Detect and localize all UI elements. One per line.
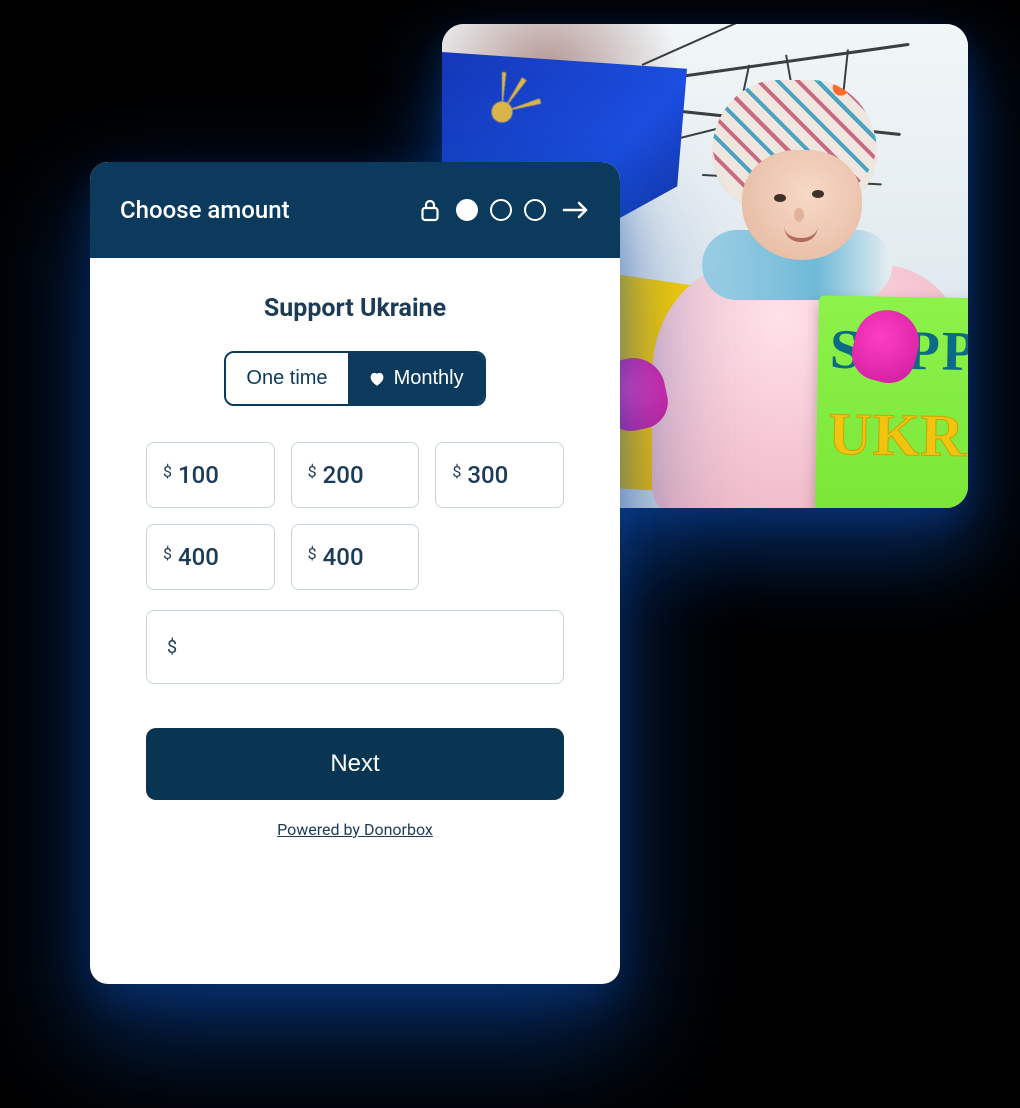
- frequency-monthly-label: Monthly: [394, 367, 464, 390]
- currency-symbol: $: [452, 462, 461, 481]
- sign-line-2: UKRAINE: [828, 400, 968, 474]
- arrow-right-icon[interactable]: [562, 200, 590, 220]
- step-dot-2: [490, 199, 512, 221]
- frequency-toggle: One time Monthly: [146, 351, 564, 406]
- amount-option-2[interactable]: $ 200: [291, 442, 420, 508]
- amount-value: 400: [178, 543, 219, 571]
- custom-amount-input[interactable]: [187, 633, 543, 661]
- amount-option-4[interactable]: $ 400: [146, 524, 275, 590]
- step-indicator: [420, 198, 590, 222]
- frequency-one-time-label: One time: [246, 367, 327, 390]
- step-dot-1: [456, 199, 478, 221]
- step-title: Choose amount: [120, 196, 290, 224]
- currency-symbol: $: [163, 544, 172, 563]
- step-dot-3: [524, 199, 546, 221]
- frequency-one-time[interactable]: One time: [226, 353, 347, 404]
- amount-grid: $ 100 $ 200 $ 300 $ 400 $ 400: [146, 442, 564, 590]
- amount-option-3[interactable]: $ 300: [435, 442, 564, 508]
- donation-card: Choose amount: [90, 162, 620, 984]
- heart-icon: [368, 370, 386, 388]
- powered-by-text: Powered by Donorbox: [277, 820, 433, 839]
- frequency-monthly[interactable]: Monthly: [348, 353, 484, 404]
- amount-value: 300: [467, 461, 508, 489]
- powered-by-link[interactable]: Powered by Donorbox: [146, 820, 564, 839]
- lock-icon: [420, 198, 440, 222]
- currency-symbol: $: [163, 462, 172, 481]
- campaign-title: Support Ukraine: [146, 294, 564, 323]
- currency-symbol: $: [308, 462, 317, 481]
- custom-amount-field[interactable]: $: [146, 610, 564, 684]
- currency-symbol: $: [308, 544, 317, 563]
- card-header: Choose amount: [90, 162, 620, 258]
- amount-value: 100: [178, 461, 219, 489]
- amount-value: 200: [323, 461, 364, 489]
- amount-value: 400: [323, 543, 364, 571]
- amount-option-1[interactable]: $ 100: [146, 442, 275, 508]
- next-button[interactable]: Next: [146, 728, 564, 800]
- amount-option-5[interactable]: $ 400: [291, 524, 420, 590]
- next-button-label: Next: [330, 750, 379, 777]
- currency-symbol: $: [167, 637, 177, 658]
